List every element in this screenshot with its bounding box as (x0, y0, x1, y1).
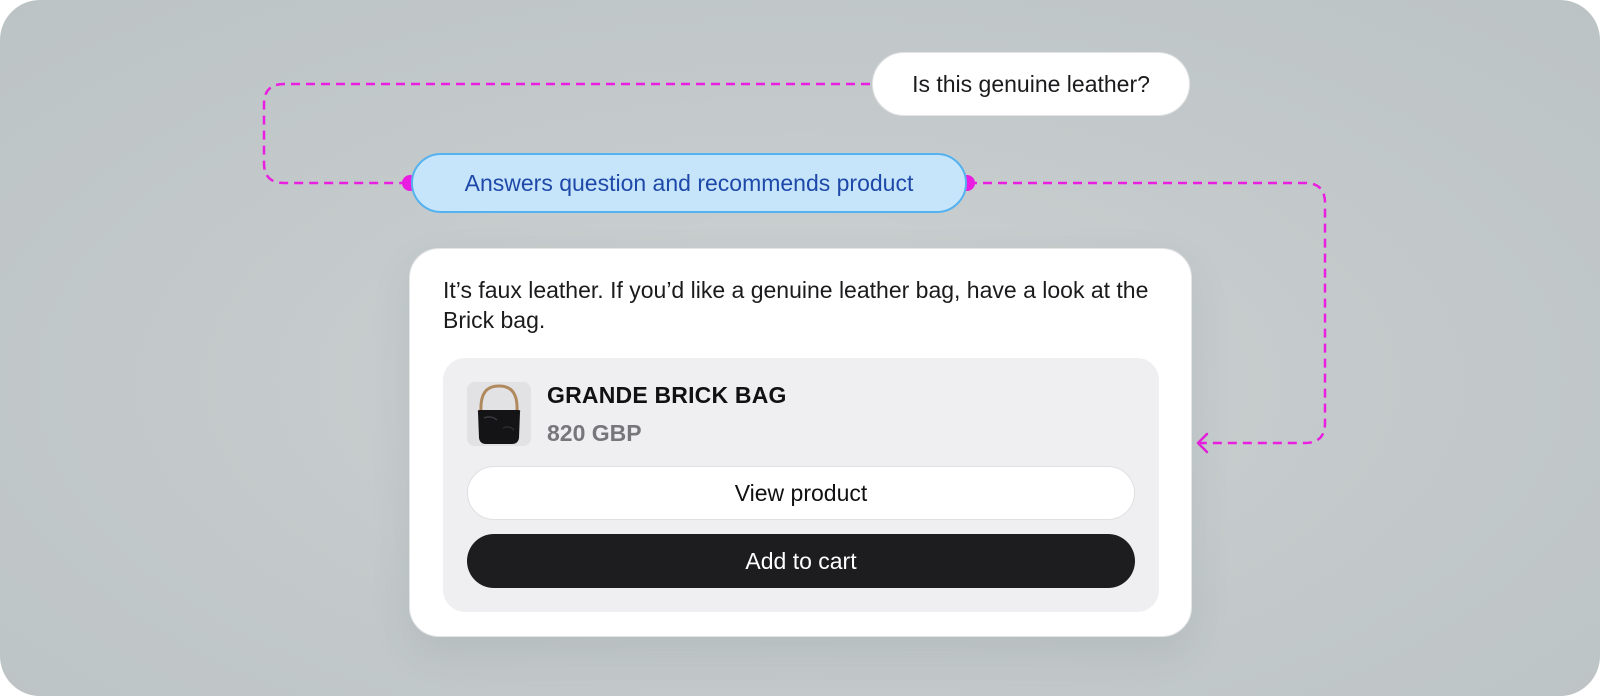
product-thumbnail[interactable] (467, 382, 531, 446)
view-product-button[interactable]: View product (467, 466, 1135, 520)
flow-step-pill: Answers question and recommends product (411, 153, 967, 213)
diagram-canvas: Is this genuine leather? Answers questio… (0, 0, 1600, 696)
user-question-bubble: Is this genuine leather? (872, 52, 1190, 116)
add-to-cart-button[interactable]: Add to cart (467, 534, 1135, 588)
black-leather-handbag-icon (467, 382, 531, 446)
product-price: 820 GBP (547, 420, 642, 446)
user-question-text: Is this genuine leather? (912, 70, 1150, 97)
flow-step-label: Answers question and recommends product (464, 169, 914, 196)
product-name: GRANDE BRICK BAG (547, 382, 787, 408)
assistant-reply-text: It’s faux leather. If you’d like a genui… (443, 277, 1149, 333)
assistant-reply-card: It’s faux leather. If you’d like a genui… (409, 248, 1192, 637)
product-card: GRANDE BRICK BAG 820 GBP View product Ad… (443, 358, 1159, 612)
